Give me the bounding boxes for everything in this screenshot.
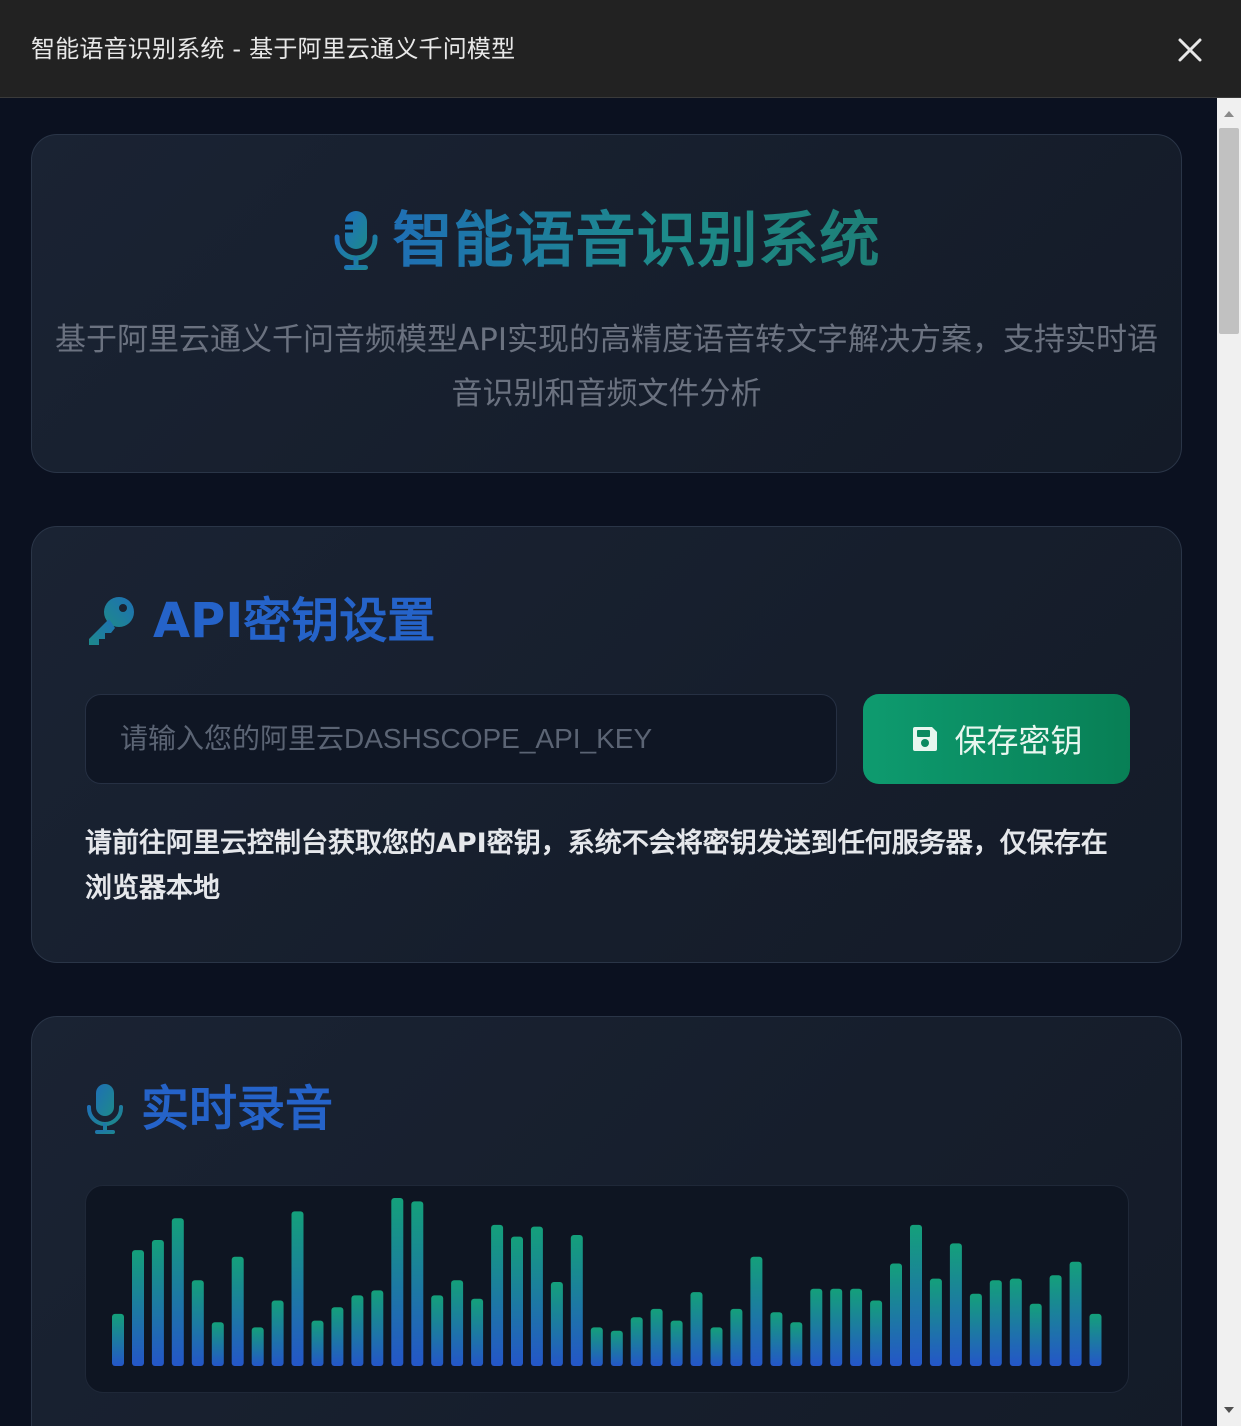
waveform-bar (491, 1224, 504, 1366)
save-icon (913, 727, 938, 751)
key-icon (89, 597, 134, 645)
waveform-bar (1049, 1275, 1062, 1366)
waveform-bar (949, 1243, 962, 1366)
recording-card: 实时录音 (31, 1016, 1182, 1426)
waveform-bar (251, 1327, 264, 1366)
waveform-bar (590, 1327, 603, 1366)
close-button[interactable] (1172, 32, 1208, 68)
window-titlebar: 智能语音识别系统 - 基于阿里云通义千问模型 (0, 0, 1241, 98)
waveform-bar (550, 1282, 563, 1366)
recording-heading: 实时录音 (85, 1079, 333, 1139)
waveform-bar (331, 1307, 344, 1366)
hero-heading: 智能语音识别系统 (32, 203, 1181, 279)
waveform-bar (730, 1308, 743, 1366)
vertical-scrollbar[interactable] (1217, 98, 1241, 1426)
arrow-down-icon (1224, 1407, 1234, 1413)
hero-title: 智能语音识别系统 (393, 203, 881, 279)
waveform-bar (670, 1320, 683, 1366)
hero-subtitle: 基于阿里云通义千问音频模型API实现的高精度语音转文字解决方案，支持实时语音识别… (54, 322, 1159, 412)
waveform-bar (989, 1280, 1002, 1366)
api-key-title: API密钥设置 (153, 593, 436, 649)
waveform-visualizer (85, 1185, 1129, 1393)
save-key-button[interactable]: 保存密钥 (863, 694, 1130, 784)
save-key-label: 保存密钥 (954, 722, 1083, 760)
waveform-bar (770, 1312, 783, 1366)
waveform-bar (1029, 1303, 1042, 1366)
waveform-bar (610, 1330, 623, 1366)
waveform-bar (271, 1300, 284, 1366)
scroll-down-button[interactable] (1217, 1398, 1241, 1422)
recording-title: 实时录音 (141, 1081, 334, 1137)
waveform-bar (351, 1295, 364, 1366)
api-key-input[interactable] (85, 694, 837, 784)
waveform-bar (810, 1288, 823, 1366)
waveform-bar (291, 1211, 304, 1366)
waveform-bar (471, 1298, 484, 1366)
api-key-card: API密钥设置 保存密钥 请前往阿里云控制台获取您的API密钥，系统不会将密钥发… (31, 526, 1182, 963)
waveform-bar (1009, 1278, 1022, 1366)
waveform-bar (690, 1292, 703, 1366)
waveform-bar (969, 1293, 982, 1366)
microphone-icon (334, 211, 377, 270)
page-content: 智能语音识别系统 基于阿里云通义千问音频模型API实现的高精度语音转文字解决方案… (0, 98, 1217, 1426)
waveform-bar (191, 1280, 204, 1366)
waveform-bar (710, 1327, 723, 1366)
waveform-bar (530, 1226, 543, 1366)
waveform-bar (890, 1263, 902, 1366)
waveform-bar (630, 1317, 643, 1366)
waveform-bar (650, 1308, 663, 1366)
waveform-bar (391, 1198, 404, 1366)
waveform-bar (511, 1236, 523, 1366)
close-icon (1178, 38, 1202, 62)
waveform-bar (1069, 1261, 1082, 1366)
scroll-thumb[interactable] (1219, 128, 1239, 334)
api-key-note: 请前往阿里云控制台获取您的API密钥，系统不会将密钥发送到任何服务器，仅保存在浏… (85, 828, 1108, 904)
waveform-bar (431, 1295, 444, 1366)
waveform-bar (910, 1224, 922, 1366)
waveform-bar (211, 1322, 224, 1366)
waveform-bar (870, 1300, 883, 1366)
window-title: 智能语音识别系统 - 基于阿里云通义千问模型 (31, 35, 516, 63)
api-key-heading: API密钥设置 (85, 591, 435, 651)
scroll-up-button[interactable] (1217, 102, 1241, 126)
arrow-up-icon (1224, 111, 1234, 117)
waveform-bar (850, 1288, 863, 1366)
hero-card: 智能语音识别系统 基于阿里云通义千问音频模型API实现的高精度语音转文字解决方案… (31, 134, 1182, 473)
waveform-bar (231, 1256, 244, 1366)
waveform-bar (371, 1290, 384, 1366)
waveform-bar (151, 1240, 164, 1366)
waveform-bar (1089, 1313, 1102, 1366)
waveform-bar (929, 1278, 942, 1366)
waveform-bar (451, 1280, 464, 1366)
waveform-bar (570, 1235, 583, 1366)
waveform-bar (830, 1288, 843, 1366)
waveform-bar (132, 1250, 144, 1366)
waveform-bar (750, 1256, 763, 1366)
waveform-bar (411, 1201, 424, 1366)
waveform-bar (311, 1320, 324, 1366)
waveform-bar (112, 1313, 124, 1366)
waveform-bar (171, 1218, 184, 1366)
waveform-bar (790, 1322, 803, 1366)
microphone-icon (87, 1084, 123, 1134)
